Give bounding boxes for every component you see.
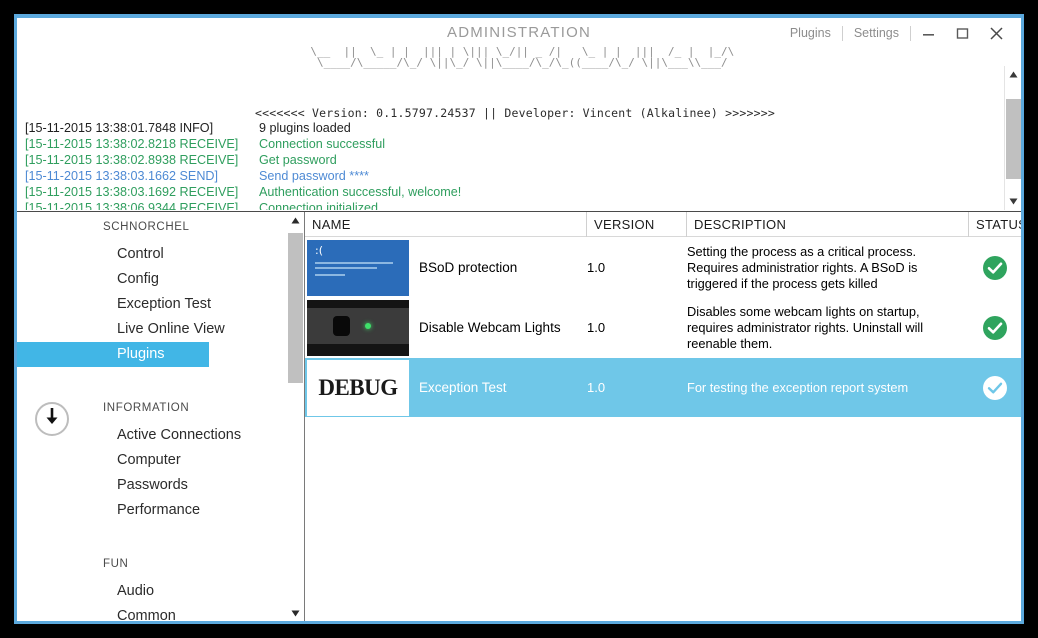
plugin-name: BSoD protection	[419, 260, 518, 275]
settings-link[interactable]: Settings	[843, 18, 910, 48]
cell-name: DEBUG Exception Test	[305, 358, 587, 418]
log-line-list: [15-11-2015 13:38:01.7848 INFO] 9 plugins…	[21, 120, 1001, 210]
log-message: Connection initialized	[259, 201, 379, 210]
log-console[interactable]: <<<<<<< Version: 0.1.5797.24537 || Devel…	[17, 100, 1004, 210]
sidebar-group-title: SCHNORCHEL	[103, 221, 190, 233]
cell-version: 1.0	[587, 320, 606, 335]
log-timestamp: [15-11-2015 13:38:01.7848 INFO]	[25, 121, 214, 135]
cell-status	[969, 358, 1021, 418]
plugins-table: NAMEVERSIONDESCRIPTIONSTATUS :( BSoD prot…	[305, 212, 1021, 621]
column-header-description[interactable]: DESCRIPTION	[687, 212, 969, 237]
sidebar-group-spacer	[17, 367, 279, 393]
scroll-down-icon[interactable]	[1005, 193, 1021, 210]
cell-status	[969, 238, 1021, 298]
window-controls: Plugins Settings	[779, 18, 1013, 48]
log-line: [15-11-2015 13:38:03.1662 SEND] Send pass…	[21, 168, 1001, 184]
log-message: Authentication successful, welcome!	[259, 185, 462, 199]
bsod-thumbnail: :(	[307, 239, 409, 296]
log-timestamp: [15-11-2015 13:38:02.8218 RECEIVE]	[25, 137, 239, 151]
plugin-description: For testing the exception report system	[687, 379, 909, 395]
cell-status	[969, 298, 1021, 358]
cell-version: 1.0	[587, 380, 606, 395]
sidebar-item-control[interactable]: Control	[17, 242, 279, 267]
sidebar-item-config[interactable]: Config	[17, 267, 279, 292]
cell-description: Setting the process as a critical proces…	[687, 238, 969, 298]
log-message: Connection successful	[259, 137, 386, 151]
sidebar-item-exception-test[interactable]: Exception Test	[17, 292, 279, 317]
webcam-body	[307, 307, 409, 344]
log-timestamp: [15-11-2015 13:38:03.1662 SEND]	[25, 169, 219, 183]
title-bar: ADMINISTRATION Plugins Settings	[17, 18, 1021, 48]
sidebar-item-computer[interactable]: Computer	[17, 448, 279, 473]
thumbnail-text-lines	[315, 261, 393, 279]
column-header-version[interactable]: VERSION	[587, 212, 687, 237]
main-content: SCHNORCHEL Control Config Exception Test Liv…	[17, 212, 1021, 621]
log-scrollbar[interactable]	[1004, 66, 1021, 210]
table-body: :( BSoD protection 1.0 Setting the process …	[305, 238, 1021, 418]
ascii-art-banner: \__ || \_ | | ||| | \||| \_/|| _ /| \_ |…	[310, 45, 735, 69]
debug-thumbnail: DEBUG	[307, 359, 409, 416]
log-line: [15-11-2015 13:38:03.1692 RECEIVE] Authen…	[21, 184, 1001, 200]
sidebar-item-live-online-view[interactable]: Live Online View	[17, 317, 279, 342]
close-icon[interactable]	[979, 18, 1013, 48]
webcam-led	[365, 322, 371, 329]
log-line: [15-11-2015 13:38:06.9344 RECEIVE] Connec…	[21, 200, 1001, 210]
webcam-lens	[333, 315, 350, 336]
scrollbar-track[interactable]	[1005, 83, 1021, 193]
log-timestamp: [15-11-2015 13:38:02.8938 RECEIVE]	[25, 153, 239, 167]
table-header-row: NAMEVERSIONDESCRIPTIONSTATUS	[305, 212, 1021, 237]
status-enabled-icon	[982, 315, 1008, 341]
sidebar-item-audio[interactable]: Audio	[17, 579, 279, 604]
sidebar-item-performance[interactable]: Performance	[17, 498, 279, 523]
scroll-up-icon[interactable]	[1005, 66, 1021, 83]
cell-description: For testing the exception report system	[687, 358, 969, 418]
column-header-name[interactable]: NAME	[305, 212, 587, 237]
sad-face-glyph: :(	[315, 243, 323, 257]
version-line: <<<<<<< Version: 0.1.5797.24537 || Devel…	[255, 106, 776, 120]
table-row[interactable]: Disable Webcam Lights 1.0 Disables some we…	[305, 298, 1021, 358]
log-message: 9 plugins loaded	[259, 121, 351, 135]
log-line: [15-11-2015 13:38:02.8938 RECEIVE] Get pa…	[21, 152, 1001, 168]
log-timestamp: [15-11-2015 13:38:06.9344 RECEIVE]	[25, 201, 239, 210]
scroll-up-icon[interactable]	[287, 212, 304, 229]
download-arrow-button[interactable]	[35, 402, 69, 436]
log-message: Get password	[259, 153, 337, 167]
log-timestamp: [15-11-2015 13:38:03.1692 RECEIVE]	[25, 185, 239, 199]
webcam-thumbnail	[307, 299, 409, 356]
sidebar-item-plugins[interactable]: Plugins	[17, 342, 209, 367]
scrollbar-thumb[interactable]	[288, 233, 303, 383]
minimize-icon[interactable]	[911, 18, 945, 48]
plugin-description: Setting the process as a critical proces…	[687, 243, 918, 291]
thumbnail-label: DEBUG	[318, 374, 398, 400]
table-row[interactable]: :( BSoD protection 1.0 Setting the process …	[305, 238, 1021, 298]
plugin-description: Disables some webcam lights on startup, …	[687, 303, 924, 351]
log-message: Send password ****	[259, 169, 369, 183]
cell-name: Disable Webcam Lights	[305, 298, 587, 358]
column-header-status[interactable]: STATUS	[969, 212, 1021, 237]
maximize-icon[interactable]	[945, 18, 979, 48]
sidebar-group-spacer	[17, 523, 279, 549]
sidebar-item-passwords[interactable]: Passwords	[17, 473, 279, 498]
plugin-name: Exception Test	[419, 380, 507, 395]
scrollbar-track[interactable]	[287, 229, 304, 605]
sidebar-scrollbar[interactable]	[287, 212, 304, 621]
scrollbar-thumb[interactable]	[1006, 99, 1021, 179]
table-row[interactable]: DEBUG Exception Test 1.0 For testing the ex…	[305, 358, 1021, 418]
log-line: [15-11-2015 13:38:02.8218 RECEIVE] Connec…	[21, 136, 1001, 152]
application-window: ADMINISTRATION Plugins Settings \__ || \…	[14, 14, 1024, 624]
plugin-name: Disable Webcam Lights	[419, 320, 561, 335]
cell-version: 1.0	[587, 260, 606, 275]
status-enabled-icon	[982, 255, 1008, 281]
log-line: [15-11-2015 13:38:01.7848 INFO] 9 plugins…	[21, 120, 1001, 136]
arrow-down-circle-icon	[43, 407, 61, 432]
cell-name: :( BSoD protection	[305, 238, 587, 298]
status-enabled-icon	[982, 375, 1008, 401]
sidebar-group-title: FUN	[103, 558, 129, 570]
sidebar-item-common[interactable]: Common	[17, 604, 279, 621]
cell-description: Disables some webcam lights on startup, …	[687, 298, 969, 358]
plugins-link[interactable]: Plugins	[779, 18, 842, 48]
scroll-down-icon[interactable]	[287, 605, 304, 621]
